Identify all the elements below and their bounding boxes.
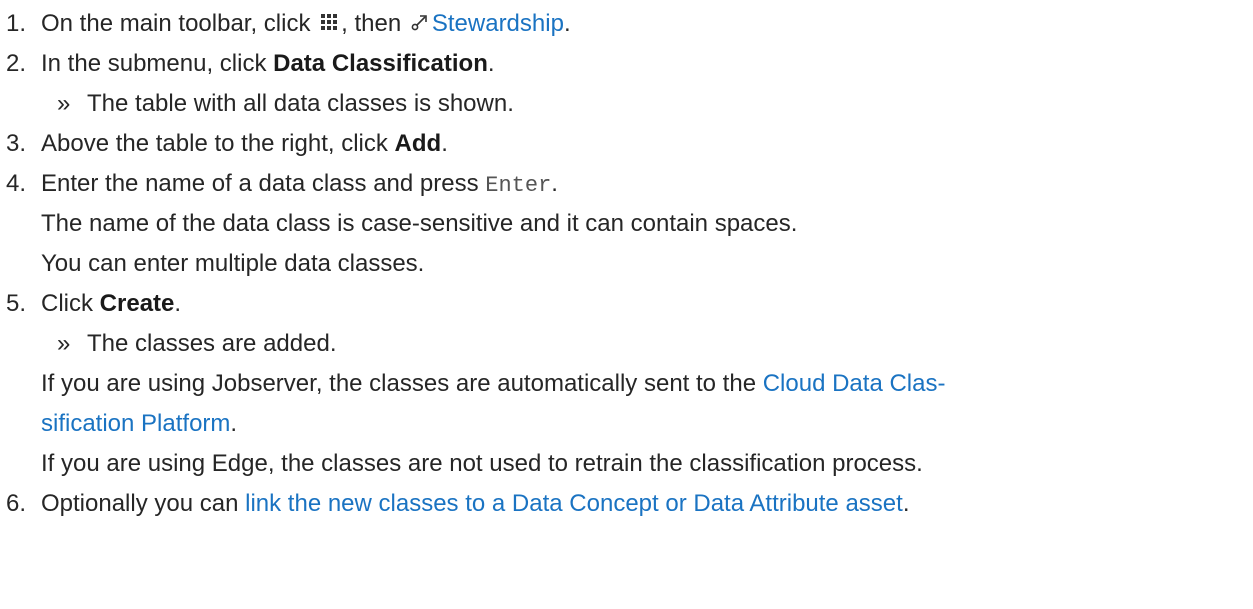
apps-grid-icon <box>319 5 339 45</box>
ui-label-create: Create <box>99 290 175 317</box>
paragraph: The name of the data class is case-sensi… <box>0 204 1253 244</box>
step-1: 1. On the main toolbar, click , then Ste… <box>0 4 1253 44</box>
step-number: 3. <box>6 130 27 157</box>
step-text: Click Create. <box>41 290 182 317</box>
step-5: 5. Click Create. <box>0 284 1253 324</box>
ui-label-add: Add <box>394 130 442 157</box>
result-marker: » <box>57 90 71 117</box>
step-number: 5. <box>6 290 27 317</box>
paragraph-text: sification Platform. <box>41 410 238 437</box>
paragraph: If you are using Edge, the classes are n… <box>0 444 1253 484</box>
step-text: In the submenu, click Data Classificatio… <box>41 50 495 77</box>
step-text: Enter the name of a data class and press… <box>41 170 558 198</box>
paragraph: If you are using Jobserver, the classes … <box>0 364 1253 404</box>
result-2: » The classes are added. <box>0 324 1253 364</box>
step-text: Optionally you can link the new classes … <box>41 490 910 517</box>
result-text: The classes are added. <box>87 330 337 357</box>
ui-label-data-classification: Data Classification <box>273 50 488 77</box>
result-marker: » <box>57 330 71 357</box>
step-3: 3. Above the table to the right, click A… <box>0 124 1253 164</box>
instructions-document: 1. On the main toolbar, click , then Ste… <box>0 0 1253 524</box>
paragraph: sification Platform. <box>0 404 1253 444</box>
result-1: » The table with all data classes is sho… <box>0 84 1253 124</box>
link-classes-to-asset-link[interactable]: link the new classes to a Data Concept o… <box>245 490 903 517</box>
paragraph-text: You can enter multiple data classes. <box>41 250 425 277</box>
paragraph: You can enter multiple data classes. <box>0 244 1253 284</box>
paragraph-text: If you are using Edge, the classes are n… <box>41 450 923 477</box>
step-text: Above the table to the right, click Add. <box>41 130 448 157</box>
paragraph-text: If you are using Jobserver, the classes … <box>41 370 946 397</box>
step-4: 4. Enter the name of a data class and pr… <box>0 164 1253 204</box>
step-number: 4. <box>6 170 27 197</box>
result-text: The table with all data classes is shown… <box>87 90 514 117</box>
step-number: 2. <box>6 50 27 77</box>
step-number: 6. <box>6 490 27 517</box>
cloud-data-classification-link[interactable]: Cloud Data Clas- <box>763 370 946 397</box>
paragraph-text: The name of the data class is case-sensi… <box>41 210 798 237</box>
step-text: On the main toolbar, click , then Stewar… <box>41 4 571 45</box>
step-2: 2. In the submenu, click Data Classifica… <box>0 44 1253 84</box>
cloud-data-classification-link-continued[interactable]: sification Platform <box>41 410 230 437</box>
key-enter: Enter <box>485 173 552 198</box>
stewardship-icon <box>410 5 430 45</box>
step-number: 1. <box>6 10 27 37</box>
step-6: 6. Optionally you can link the new class… <box>0 484 1253 524</box>
stewardship-link[interactable]: Stewardship <box>432 10 564 37</box>
